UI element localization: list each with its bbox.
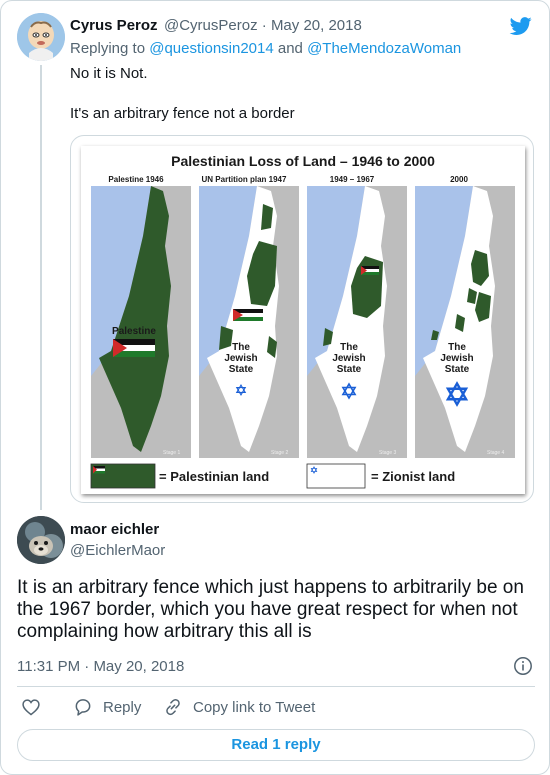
legend-zionist-land: = Zionist land <box>371 469 455 484</box>
copy-link-label: Copy link to Tweet <box>193 698 316 716</box>
map-panel-1949-1967: The Jewish State Stage 3 <box>307 186 407 458</box>
reply-label: Reply <box>103 698 142 716</box>
tweet1-separator: · <box>261 17 267 34</box>
tweet2-date: May 20, 2018 <box>93 658 185 675</box>
map-panel-1946: Palestine Stage 1 <box>91 186 191 458</box>
jewish-state-2000-line3: State <box>445 364 470 375</box>
stage-label-4: Stage 4 <box>487 450 504 456</box>
tweet2-timestamp[interactable]: 11:31 PM · May 20, 2018 <box>17 658 184 675</box>
thread-connector-line <box>40 65 42 510</box>
palestinian-flag-icon <box>361 266 379 275</box>
jewish-state-1967-line1: The <box>340 342 358 353</box>
map-panel-2000: The Jewish State Stage 4 <box>415 186 515 458</box>
twitter-logo-icon[interactable] <box>509 15 533 37</box>
jewish-state-1967-line3: State <box>337 364 362 375</box>
legend-palestinian-land: = Palestinian land <box>159 469 269 484</box>
tweet1-date[interactable]: May 20, 2018 <box>271 17 362 34</box>
link-icon <box>166 698 180 716</box>
stage-label-2: Stage 2 <box>271 450 288 456</box>
reply-and: and <box>277 40 303 57</box>
tweet2-separator: · <box>84 658 90 675</box>
tweet1-handle-date: @CyrusPeroz · May 20, 2018 <box>164 17 362 34</box>
stage-label-3: Stage 3 <box>379 450 396 456</box>
read-replies-button[interactable]: Read 1 reply <box>17 729 535 761</box>
tweet1-text-line1: No it is Not. <box>70 65 148 82</box>
tweet1-handle[interactable]: @CyrusPeroz <box>164 17 258 34</box>
reply-icon <box>75 699 91 716</box>
jewish-state-2000-line1: The <box>448 342 466 353</box>
jewish-state-1947-line1: The <box>232 342 250 353</box>
jewish-state-1947-line3: State <box>229 364 254 375</box>
reply-button[interactable]: Reply <box>73 696 141 718</box>
stage-label-1: Stage 1 <box>163 450 180 456</box>
jewish-state-2000-line2: Jewish <box>440 353 473 364</box>
map-panel-1947: The Jewish State Stage 2 <box>199 186 299 458</box>
palestinian-flag-icon <box>113 339 155 357</box>
tweet1-media-image[interactable]: Palestinian Loss of Land – 1946 to 2000 … <box>70 135 534 503</box>
copy-link-button[interactable]: Copy link to Tweet <box>163 696 315 718</box>
jewish-state-1967-line2: Jewish <box>332 353 365 364</box>
cyrus-peroz-avatar[interactable] <box>17 13 65 61</box>
land-loss-map-graphic: Palestinian Loss of Land – 1946 to 2000 … <box>81 146 525 494</box>
map-legend: = Palestinian land = Zionist land <box>90 463 455 489</box>
reply-mention-1[interactable]: @questionsin2014 <box>149 40 273 57</box>
panel-label-3: 1949 – 1967 <box>330 175 375 184</box>
maor-eichler-avatar[interactable] <box>17 516 65 564</box>
tweet2-time: 11:31 PM <box>17 658 81 675</box>
info-icon[interactable] <box>513 656 533 676</box>
jewish-state-1947-line2: Jewish <box>224 353 257 364</box>
heart-icon <box>22 699 40 716</box>
map-title: Palestinian Loss of Land – 1946 to 2000 <box>171 153 435 169</box>
like-button[interactable] <box>21 696 51 718</box>
panel-label-1: Palestine 1946 <box>108 175 164 184</box>
palestinian-flag-icon <box>233 309 263 321</box>
tweet2-text: It is an arbitrary fence which just happ… <box>17 577 524 642</box>
panel-label-2: UN Partition plan 1947 <box>202 175 287 184</box>
action-divider <box>17 686 535 687</box>
panel-label-4: 2000 <box>450 175 468 184</box>
reply-mention-2[interactable]: @TheMendozaWoman <box>307 40 461 57</box>
tweet1-text-line2: It's an arbitrary fence not a border <box>70 105 295 122</box>
tweet1-replying-to: Replying to @questionsin2014 and @TheMen… <box>70 40 461 57</box>
tweet1-display-name[interactable]: Cyrus Peroz <box>70 17 158 34</box>
tweet-card: Cyrus Peroz @CyrusPeroz · May 20, 2018 R… <box>0 0 550 775</box>
palestine-label: Palestine <box>112 326 156 337</box>
replying-to-prefix: Replying to <box>70 40 146 57</box>
tweet2-handle[interactable]: @EichlerMaor <box>70 542 165 559</box>
tweet2-display-name[interactable]: maor eichler <box>70 521 159 538</box>
